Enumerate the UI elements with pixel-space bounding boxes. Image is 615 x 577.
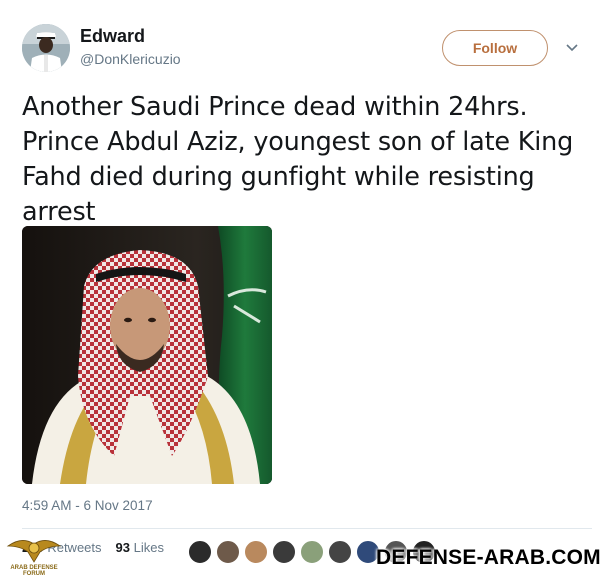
liker-avatar[interactable] [216,540,240,564]
prince-portrait-image [22,226,272,484]
tweet-text-line: Another Saudi Prince dead within 24hrs. [22,92,528,122]
tweet-text: Another Saudi Prince dead within 24hrs. … [22,90,592,230]
display-name[interactable]: Edward [80,26,145,47]
liker-avatar[interactable] [244,540,268,564]
tweet-timestamp[interactable]: 4:59 AM - 6 Nov 2017 [22,498,153,513]
divider [22,528,592,529]
chevron-down-icon[interactable] [564,40,580,56]
tweet-text-line: Prince Abdul Aziz, youngest son of late … [22,127,574,157]
liker-avatar[interactable] [300,540,324,564]
likes-stat[interactable]: 93 Likes [116,540,164,555]
tweet-text-line: Fahd died during gunfight while resistin… [22,162,535,192]
likes-label: Likes [133,540,164,555]
liker-avatar[interactable] [188,540,212,564]
site-watermark: DEFENSE-ARAB.COM [376,546,601,569]
tweet-photo[interactable] [22,226,272,484]
avatar[interactable] [22,24,70,72]
liker-avatar[interactable] [272,540,296,564]
user-handle[interactable]: @DonKlericuzio [80,51,181,67]
tweet-card: Edward @DonKlericuzio Follow Another Sau… [0,0,615,577]
likes-count: 93 [115,540,130,555]
liker-avatar[interactable] [328,540,352,564]
avatar-photo [22,24,70,72]
tweet-text-line: arrest [22,197,96,227]
logo-caption: ARAB DEFENSE FORUM [10,565,58,577]
follow-button[interactable]: Follow [442,30,548,66]
